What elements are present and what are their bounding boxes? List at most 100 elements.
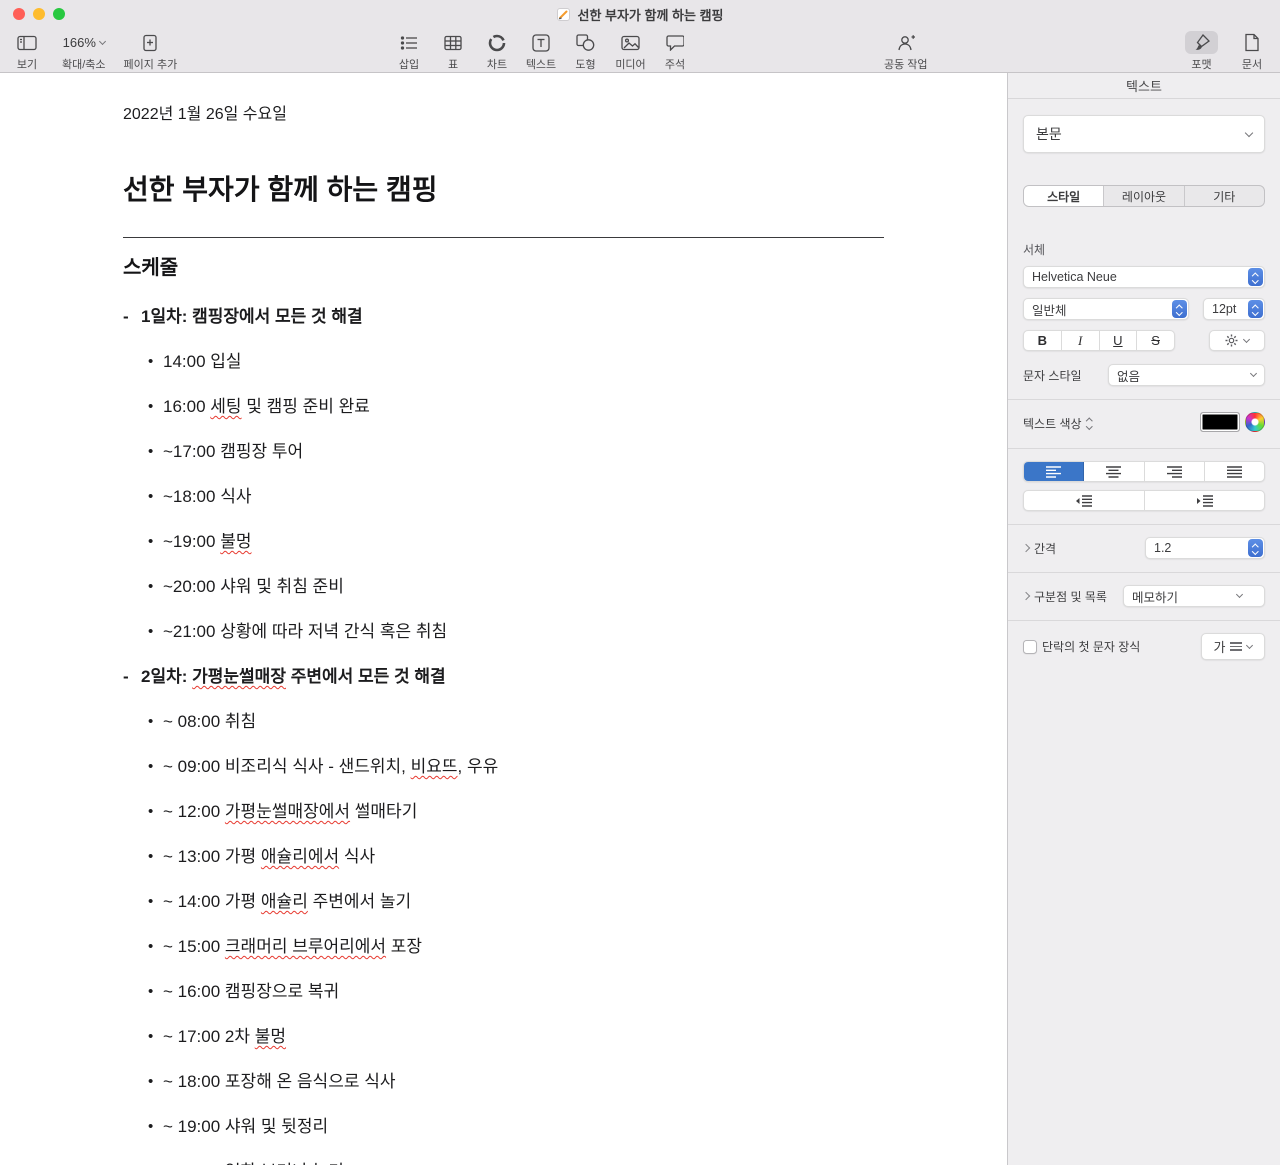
document-title: 선한 부자가 함께 하는 캠핑 [123, 174, 438, 205]
dash-marker: - [123, 307, 129, 326]
minimize-button[interactable] [33, 8, 45, 20]
zoom-control[interactable]: 166% 확대/축소 [62, 31, 106, 72]
list-item-text: ~18:00 식사 [163, 487, 252, 506]
list-item: • ~19:00 불멍 [148, 531, 884, 552]
insert-button[interactable]: 삽입 [393, 31, 425, 72]
chart-button[interactable]: 차트 [481, 31, 513, 72]
chevron-down-icon [98, 37, 106, 45]
align-justify-button[interactable] [1205, 462, 1264, 481]
view-button[interactable]: 보기 [10, 31, 44, 72]
paragraph-style-dropdown[interactable]: 본문 [1023, 115, 1265, 153]
bullet-marker: • [148, 893, 154, 910]
list-item-text: ~ 18:00 포장해 온 음식으로 식사 [163, 1072, 396, 1091]
list-item-text: 16:00 세팅 및 캠핑 준비 완료 [163, 397, 370, 416]
document-button[interactable]: 문서 [1236, 31, 1268, 72]
add-page-button[interactable]: 페이지 추가 [124, 31, 177, 72]
shape-button[interactable]: 도형 [569, 31, 602, 72]
dropcap-style-dropdown[interactable]: 가 [1201, 633, 1265, 660]
misspelled-word: 가평눈썰매장 [192, 667, 286, 686]
align-left-button[interactable] [1024, 462, 1085, 481]
divider [1008, 572, 1280, 573]
horizontal-rule [123, 237, 884, 238]
disclosure-chevron-icon[interactable] [1021, 591, 1031, 601]
media-button[interactable]: 미디어 [614, 31, 647, 72]
list-item: • ~ 18:00 포장해 온 음식으로 식사 [148, 1071, 884, 1092]
bullet-marker: • [148, 623, 154, 640]
list-item: • ~ 09:00 비조리식 식사 - 샌드위치, 비요뜨, 우유 [148, 756, 884, 777]
outdent-button[interactable] [1024, 491, 1145, 510]
document-date: 2022년 1월 26일 수요일 [123, 106, 287, 123]
stepper-icon [1172, 300, 1187, 318]
font-style-dropdown[interactable]: 일반체 [1023, 298, 1189, 320]
document-icon [1237, 31, 1267, 54]
bullets-value: 메모하기 [1132, 590, 1179, 605]
list-item-text: ~20:00 샤워 및 취침 준비 [163, 577, 344, 596]
italic-button[interactable]: I [1062, 331, 1100, 350]
list-item: •~ 20:00 영화 보거나 놀기 [148, 1161, 884, 1165]
indent-buttons [1023, 490, 1265, 511]
font-style-value: 일반체 [1032, 303, 1067, 318]
list-item: -2일차: 가평눈썰매장 주변에서 모든 것 해결 [123, 666, 884, 687]
chevron-down-icon [1249, 369, 1258, 378]
toolbar: 보기 166% 확대/축소 페이지 추가 삽입 표 차트 텍스트 도형 미디어 … [0, 28, 1280, 73]
dropcap-checkbox[interactable] [1023, 639, 1037, 654]
table-button[interactable]: 표 [437, 31, 469, 72]
bullet-marker: • [148, 713, 154, 730]
font-section-label: 서체 [1023, 243, 1046, 257]
collaborate-button[interactable]: 공동 작업 [884, 31, 928, 72]
list-item-text: 14:00 입실 [163, 352, 242, 371]
stepper-icon [1248, 300, 1263, 318]
indent-button[interactable] [1145, 491, 1265, 510]
color-wheel-icon[interactable] [1245, 412, 1265, 432]
advanced-options-button[interactable] [1209, 330, 1265, 351]
font-family-dropdown[interactable]: Helvetica Neue [1023, 266, 1265, 288]
disclosure-chevron-icon[interactable] [1021, 543, 1031, 553]
table-icon [437, 31, 469, 54]
bullet-marker: • [148, 1073, 154, 1090]
dropcap-lines-icon [1230, 642, 1243, 651]
misspelled-word: 비요뜨 [410, 757, 458, 776]
bullet-marker: • [148, 488, 154, 505]
list-item-text: ~21:00 상황에 따라 저녁 간식 혹은 취침 [163, 622, 448, 641]
stepper-icon [1248, 539, 1263, 557]
list-item-text: ~17:00 캠핑장 투어 [163, 442, 304, 461]
section-heading: 스케줄 [123, 257, 179, 279]
text-color-swatch[interactable] [1200, 412, 1240, 432]
format-button[interactable]: 포맷 [1185, 31, 1218, 72]
tab-more[interactable]: 기타 [1185, 186, 1264, 206]
font-size-stepper[interactable]: 12pt [1203, 298, 1265, 320]
underline-button[interactable]: U [1100, 331, 1138, 350]
list-item-text: ~ 15:00 크래머리 브루어리에서 포장 [163, 937, 423, 956]
strikethrough-button[interactable]: S [1137, 331, 1174, 350]
list-item-text: ~ 09:00 비조리식 식사 - 샌드위치, 비요뜨, 우유 [163, 757, 499, 776]
view-sidebar-icon [10, 31, 44, 54]
add-page-icon [135, 31, 165, 54]
text-box-button[interactable]: 텍스트 [525, 31, 557, 72]
tab-style[interactable]: 스타일 [1024, 186, 1105, 206]
align-center-button[interactable] [1084, 462, 1145, 481]
bold-button[interactable]: B [1024, 331, 1062, 350]
list-item-text: ~ 19:00 샤워 및 뒷정리 [163, 1117, 329, 1136]
document-canvas[interactable]: 2022년 1월 26일 수요일 선한 부자가 함께 하는 캠핑 스케줄 -1일… [0, 73, 1007, 1165]
bullets-dropdown[interactable]: 메모하기 [1123, 585, 1265, 607]
align-right-button[interactable] [1145, 462, 1205, 481]
text-box-icon [525, 31, 557, 54]
char-style-dropdown[interactable]: 없음 [1108, 364, 1265, 386]
zoom-value[interactable]: 166% [63, 31, 106, 54]
tab-layout[interactable]: 레이아웃 [1104, 186, 1185, 206]
document-list: -1일차: 캠핑장에서 모든 것 해결 • 14:00 입실 • 16:00 세팅 및 … [123, 306, 884, 1165]
close-button[interactable] [13, 8, 25, 20]
font-family-value: Helvetica Neue [1032, 270, 1117, 284]
chevron-down-icon [1244, 128, 1254, 137]
list-item-text: ~19:00 불멍 [163, 532, 252, 551]
bullet-marker: • [148, 983, 154, 1000]
spacing-stepper[interactable]: 1.2 [1145, 537, 1265, 559]
bullet-marker: • [148, 1028, 154, 1045]
list-item: • ~ 14:00 가평 애슐리 주변에서 놀기 [148, 891, 884, 912]
misspelled-word: 불멍 [254, 1027, 287, 1046]
list-item: • ~ 15:00 크래머리 브루어리에서 포장 [148, 936, 884, 957]
comment-button[interactable]: 주석 [659, 31, 691, 72]
list-item-text: ~ 17:00 2차 불멍 [163, 1027, 287, 1046]
fullscreen-button[interactable] [53, 8, 65, 20]
bullet-marker: • [148, 398, 154, 415]
